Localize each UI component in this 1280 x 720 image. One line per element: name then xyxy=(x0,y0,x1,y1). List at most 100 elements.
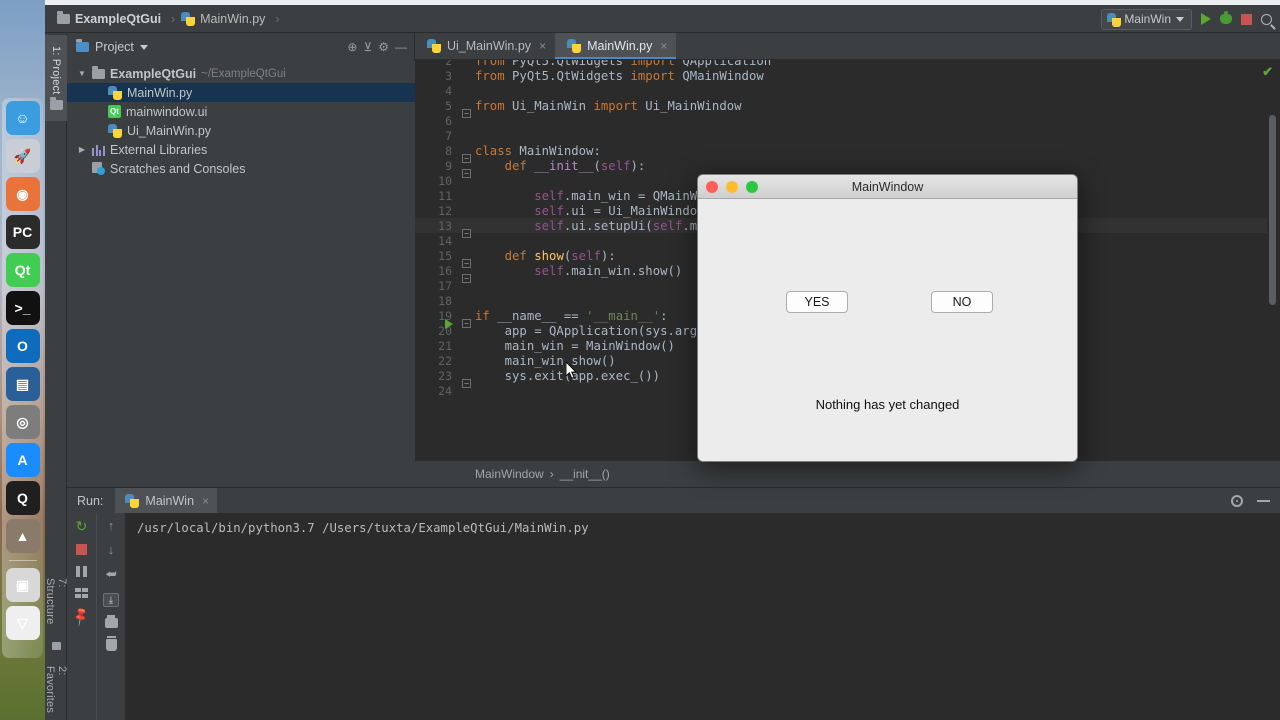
launchpad-icon[interactable]: 🚀 xyxy=(5,139,40,173)
tree-item-scratches-and-consoles[interactable]: Scratches and Consoles xyxy=(67,159,415,178)
terminal-icon[interactable]: >_ xyxy=(5,291,40,325)
finder-icon[interactable]: ☺ xyxy=(5,101,40,135)
python-file-icon xyxy=(427,39,441,53)
yes-button[interactable]: YES xyxy=(786,291,848,313)
minimize-icon[interactable]: — xyxy=(395,40,407,54)
tree-item-label: Ui_MainWin.py xyxy=(127,123,212,138)
collapse-all-icon[interactable]: ⊻ xyxy=(363,40,372,54)
close-icon[interactable]: × xyxy=(202,494,209,508)
minimize-button[interactable] xyxy=(726,181,738,193)
tree-item-external-libraries[interactable]: ▶ External Libraries xyxy=(67,140,415,159)
run-configuration-selector[interactable]: MainWin xyxy=(1101,8,1192,30)
editor-tab-ui-mainwin-py[interactable]: Ui_MainWin.py × xyxy=(415,33,555,59)
project-tree[interactable]: ▼ ExampleQtGui ~/ExampleQtGui MainWin.py Qt m… xyxy=(67,61,415,487)
fold-collapse-icon[interactable]: − xyxy=(462,228,471,238)
fold-collapse-icon[interactable]: − xyxy=(462,258,471,268)
code-line[interactable]: 9− def __init__(self): xyxy=(415,158,1280,178)
line-number: 2 xyxy=(445,60,452,68)
zoom-button[interactable] xyxy=(746,181,758,193)
breadcrumb-class[interactable]: MainWindow xyxy=(475,467,544,481)
close-button[interactable] xyxy=(706,181,718,193)
run-gutter-icon[interactable] xyxy=(445,318,453,329)
gear-icon[interactable] xyxy=(1231,494,1243,507)
pause-icon[interactable] xyxy=(76,566,87,577)
editor-tab-mainwin-py[interactable]: MainWin.py × xyxy=(555,33,677,59)
trash-icon[interactable]: ▽ xyxy=(5,606,40,640)
close-icon[interactable]: × xyxy=(660,39,667,53)
code-line[interactable]: 4 xyxy=(415,83,1280,98)
search-icon[interactable] xyxy=(1261,13,1272,25)
target-icon[interactable]: ⊕ xyxy=(347,40,357,54)
soft-wrap-icon[interactable]: ⮨ xyxy=(105,567,116,582)
debug-bug-icon[interactable] xyxy=(1220,11,1232,24)
tree-item-ui-mainwin-py[interactable]: Ui_MainWin.py xyxy=(67,121,415,140)
print-icon[interactable] xyxy=(104,615,118,628)
tree-item-mainwin-py[interactable]: MainWin.py xyxy=(67,83,415,102)
close-icon[interactable]: × xyxy=(539,39,546,53)
tree-item-mainwindow-ui[interactable]: Qt mainwindow.ui xyxy=(67,102,415,121)
breadcrumb-file[interactable]: MainWin.py xyxy=(181,11,269,26)
minimize-icon[interactable] xyxy=(1257,499,1270,502)
no-button[interactable]: NO xyxy=(931,291,993,313)
editor-scrollbar-track[interactable] xyxy=(1267,60,1280,460)
rocket-app-icon[interactable]: ▲ xyxy=(5,519,40,553)
code-line[interactable]: 3 from PyQt5.QtWidgets import QMainWindow xyxy=(415,68,1280,83)
clear-all-icon[interactable] xyxy=(105,636,117,651)
chevron-down-icon[interactable] xyxy=(139,44,148,50)
stop-icon[interactable] xyxy=(76,544,87,555)
breadcrumb-label: MainWin.py xyxy=(200,11,266,26)
code-token: .ui.setupUi( xyxy=(563,218,653,233)
code-line[interactable]: 6 xyxy=(415,113,1280,128)
scroll-up-icon[interactable]: ↑ xyxy=(108,519,115,532)
chevron-right-icon[interactable]: ▶ xyxy=(77,145,87,154)
qt-mainwindow-dialog[interactable]: MainWindow YES NO Nothing has yet change… xyxy=(697,174,1078,462)
macos-dock[interactable]: ☺ 🚀 ◉ PC Qt >_ O ▤ ◎ A Q ▲ ▣ ▽ xyxy=(2,98,43,658)
editor-tab-bar[interactable]: Ui_MainWin.py × MainWin.py × xyxy=(415,33,1280,60)
fold-collapse-icon[interactable]: − xyxy=(462,168,471,178)
quicktime-icon[interactable]: Q xyxy=(5,481,40,515)
code-token: from xyxy=(475,68,513,83)
chevron-down-icon[interactable]: ▼ xyxy=(77,69,87,78)
downloads-stack-icon[interactable]: ▣ xyxy=(5,568,40,602)
code-line[interactable]: 8− class MainWindow: xyxy=(415,143,1280,163)
sidebar-item-structure[interactable]: 7: Structure xyxy=(44,573,68,655)
preview-icon[interactable]: ◎ xyxy=(5,405,40,439)
checkmark-ok-icon[interactable]: ✔ xyxy=(1262,64,1273,80)
fold-collapse-icon[interactable]: − xyxy=(462,378,471,388)
favorites-tab-label: 2: Favorites xyxy=(44,666,68,714)
breadcrumb-method[interactable]: __init__() xyxy=(560,467,610,481)
pycharm-icon[interactable]: PC xyxy=(5,215,40,249)
sidebar-item-favorites[interactable]: 2: Favorites ★ xyxy=(44,661,68,720)
firefox-icon[interactable]: ◉ xyxy=(5,177,40,211)
outlook-icon[interactable]: O xyxy=(5,329,40,363)
rerun-icon[interactable]: ↻ xyxy=(76,519,88,533)
qt-creator-icon[interactable]: Qt xyxy=(5,253,40,287)
code-line[interactable]: 2 from PyQt5.QtWidgets import QApplicatio… xyxy=(415,60,1280,68)
code-line[interactable]: 7 xyxy=(415,128,1280,143)
scroll-down-icon[interactable]: ↓ xyxy=(108,543,115,556)
code-line[interactable]: 5− from Ui_MainWin import Ui_MainWindow xyxy=(415,98,1280,118)
scroll-to-end-icon[interactable]: ⤓ xyxy=(103,593,119,607)
gear-icon[interactable]: ⚙ xyxy=(378,40,389,54)
fold-collapse-icon[interactable]: − xyxy=(462,153,471,163)
sidebar-item-project[interactable]: 1: Project xyxy=(45,35,67,121)
layout-icon[interactable] xyxy=(75,588,88,598)
editor-scrollbar-thumb[interactable] xyxy=(1269,115,1276,305)
dialog-title-bar[interactable]: MainWindow xyxy=(698,175,1077,199)
app-store-icon[interactable]: A xyxy=(5,443,40,477)
pin-icon[interactable]: 📌 xyxy=(70,606,92,628)
run-actions-column-right: ↑ ↓ ⮨ ⤓ xyxy=(96,513,125,720)
console-output[interactable]: /usr/local/bin/python3.7 /Users/tuxta/Ex… xyxy=(125,513,1280,720)
run-tab[interactable]: MainWin × xyxy=(115,488,218,513)
tree-item-exampleqtgui[interactable]: ▼ ExampleQtGui ~/ExampleQtGui xyxy=(67,64,415,83)
virtualbox-icon[interactable]: ▤ xyxy=(5,367,40,401)
breadcrumb-project[interactable]: ExampleQtGui xyxy=(57,10,165,26)
stop-square-icon[interactable] xyxy=(1241,13,1252,25)
fold-collapse-icon[interactable]: − xyxy=(462,273,471,283)
python-file-icon xyxy=(125,493,140,508)
line-number: 16 xyxy=(438,263,452,278)
fold-collapse-icon[interactable]: − xyxy=(462,318,471,328)
run-play-icon[interactable] xyxy=(1201,13,1211,25)
fold-collapse-icon[interactable]: − xyxy=(462,108,471,118)
